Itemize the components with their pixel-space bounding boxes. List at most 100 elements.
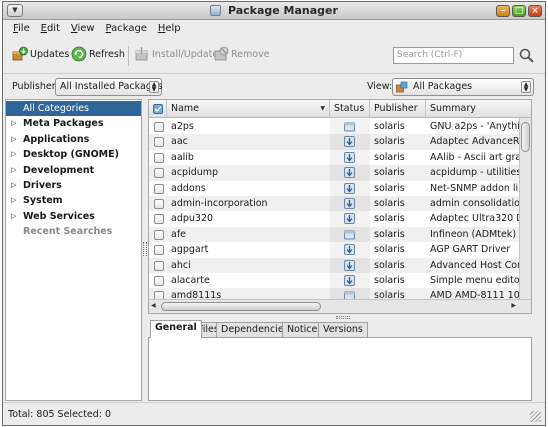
category-meta-packages[interactable]: ▷ Meta Packages <box>6 116 141 131</box>
package-list: Name ▼ Status Publisher Summary a2ps solar… <box>148 99 532 314</box>
table-row[interactable]: addons solaris Net-SNMP addon libraries <box>149 180 531 196</box>
row-checkbox[interactable] <box>154 183 164 194</box>
column-publisher[interactable]: Publisher <box>370 100 426 118</box>
horizontal-scroll-thumb[interactable] <box>161 302 321 311</box>
row-checkbox[interactable] <box>154 229 164 240</box>
package-name: aalib <box>171 151 194 163</box>
package-name: admin-incorporation <box>171 197 268 209</box>
expander-icon[interactable]: ▷ <box>11 193 16 208</box>
column-name[interactable]: Name ▼ <box>167 100 330 118</box>
remove-icon <box>214 46 229 60</box>
row-checkbox[interactable] <box>154 275 164 286</box>
menu-help[interactable]: Help <box>158 21 181 37</box>
maximize-button[interactable]: □ <box>512 5 526 17</box>
tab-general[interactable]: General <box>150 320 202 338</box>
row-checkbox[interactable] <box>154 214 164 225</box>
column-summary[interactable]: Summary <box>426 100 531 118</box>
package-summary: Adaptec AdvanceRaid Co <box>430 136 521 148</box>
row-checkbox[interactable] <box>154 152 164 163</box>
category-web-services[interactable]: ▷ Web Services <box>6 209 141 224</box>
view-select[interactable]: All Packages ▲ ▼ <box>392 78 534 96</box>
update-available-icon <box>344 244 355 256</box>
expander-icon[interactable]: ▷ <box>11 147 16 162</box>
package-status <box>330 149 370 166</box>
column-label: Status <box>334 103 365 114</box>
install-update-button[interactable]: Install/Update <box>134 46 218 64</box>
vertical-pane-handle[interactable] <box>336 316 350 319</box>
remove-button[interactable]: Remove <box>213 46 270 64</box>
search-input[interactable]: Search (Ctrl-F) <box>393 47 514 64</box>
table-row[interactable]: afe solaris Infineon (ADMtek) NIC Dri <box>149 226 531 243</box>
table-row[interactable]: adpu320 solaris Adaptec Ultra320 Driver <box>149 211 531 227</box>
install-icon <box>135 46 148 60</box>
recent-searches[interactable]: Recent Searches <box>6 224 141 239</box>
scroll-left-icon[interactable]: ◀ <box>151 302 156 309</box>
table-row[interactable]: alacarte solaris Simple menu editor for G <box>149 272 531 289</box>
resize-grip-icon[interactable] <box>530 411 541 422</box>
package-name: ahci <box>171 259 191 271</box>
table-row[interactable]: a2ps solaris GNU a2ps - 'Anything to P <box>149 119 531 135</box>
column-status[interactable]: Status <box>330 100 370 118</box>
row-checkbox[interactable] <box>154 122 164 132</box>
package-publisher: solaris <box>374 290 405 299</box>
table-row[interactable]: acpidump solaris acpidump - utilities used <box>149 165 531 181</box>
category-applications[interactable]: ▷ Applications <box>6 132 141 147</box>
package-publisher: solaris <box>374 182 405 194</box>
expander-icon[interactable]: ▷ <box>11 178 16 193</box>
package-name: acpidump <box>171 167 219 179</box>
select-all-checkbox-icon[interactable] <box>153 104 163 114</box>
table-row[interactable]: amd8111s solaris AMD AMD-8111 100Mb NI <box>149 288 531 299</box>
package-publisher: solaris <box>374 228 405 240</box>
category-all[interactable]: All Categories <box>6 101 141 117</box>
table-row[interactable]: agpgart solaris AGP GART Driver <box>149 242 531 258</box>
package-name: agpgart <box>171 244 209 256</box>
package-publisher: solaris <box>374 136 405 148</box>
title-area: Package Manager <box>3 2 545 20</box>
pane-resize-handle[interactable] <box>143 242 147 256</box>
menu-package[interactable]: Package <box>105 21 146 37</box>
row-select-cell <box>149 258 167 273</box>
row-checkbox[interactable] <box>154 245 164 256</box>
menu-file[interactable]: File <box>13 21 30 37</box>
row-checkbox[interactable] <box>154 260 164 271</box>
expander-icon[interactable]: ▷ <box>11 116 16 131</box>
package-name: alacarte <box>171 274 210 286</box>
table-row[interactable]: ahci solaris Advanced Host Controlle <box>149 257 531 273</box>
view-value: All Packages <box>413 81 473 92</box>
row-checkbox[interactable] <box>154 291 164 299</box>
publisher-select[interactable]: All Installed Packages ▲ ▼ <box>55 78 163 96</box>
expander-icon[interactable]: ▷ <box>11 132 16 147</box>
refresh-button[interactable]: Refresh <box>71 46 125 64</box>
search-icon[interactable] <box>518 47 535 64</box>
package-status <box>330 180 370 196</box>
update-available-icon <box>344 213 355 225</box>
package-list-body: a2ps solaris GNU a2ps - 'Anything to P aac s… <box>149 119 531 299</box>
category-desktop-gnome[interactable]: ▷ Desktop (GNOME) <box>6 147 141 162</box>
category-drivers[interactable]: ▷ Drivers <box>6 178 141 193</box>
row-checkbox[interactable] <box>154 198 164 209</box>
package-status <box>330 272 370 289</box>
expander-icon[interactable]: ▷ <box>11 209 16 224</box>
vertical-scroll-thumb[interactable] <box>521 122 530 152</box>
category-development[interactable]: ▷ Development <box>6 163 141 178</box>
package-summary: Net-SNMP addon libraries <box>430 182 521 194</box>
row-checkbox[interactable] <box>154 137 164 148</box>
category-system[interactable]: ▷ System <box>6 193 141 208</box>
row-checkbox[interactable] <box>154 168 164 179</box>
menu-view[interactable]: View <box>71 21 95 37</box>
updates-button[interactable]: Updates <box>12 46 69 64</box>
tab-versions[interactable]: Versions <box>318 322 368 338</box>
expander-icon[interactable]: ▷ <box>11 163 16 178</box>
vertical-scrollbar[interactable] <box>519 118 531 301</box>
row-select-cell <box>149 165 167 180</box>
table-row[interactable]: aalib solaris AAlib - Ascii art graphics <box>149 149 531 166</box>
minimize-button[interactable]: – <box>496 5 510 17</box>
table-row[interactable]: admin-incorporation solaris admin consolid… <box>149 195 531 212</box>
menu-edit[interactable]: Edit <box>41 21 60 37</box>
view-select-arrow-icon: ▲ ▼ <box>521 81 531 93</box>
select-all-column[interactable] <box>149 100 167 118</box>
table-row[interactable]: aac solaris Adaptec AdvanceRaid Co <box>149 134 531 150</box>
close-button[interactable]: × <box>528 5 542 17</box>
horizontal-scrollbar[interactable]: ◀ ▶ <box>149 299 531 313</box>
scroll-right-icon[interactable]: ▶ <box>511 302 516 309</box>
